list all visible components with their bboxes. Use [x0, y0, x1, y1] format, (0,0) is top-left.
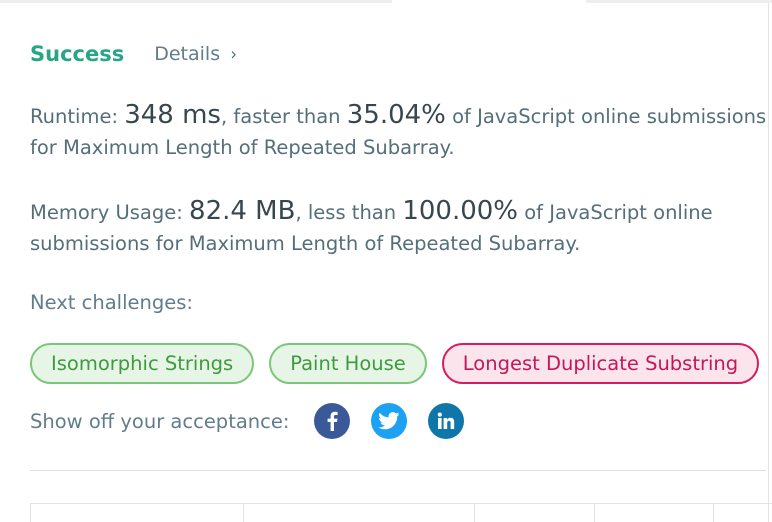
next-challenges-list: Isomorphic Strings Paint House Longest D…	[30, 343, 760, 384]
runtime-mid: , faster than	[220, 105, 347, 128]
memory-stat: Memory Usage: 82.4 MB, less than 100.00%…	[30, 196, 770, 259]
challenge-chip-paint-house[interactable]: Paint House	[269, 343, 427, 384]
runtime-percent: 35.04%	[346, 100, 446, 130]
runtime-value: 348 ms	[124, 100, 221, 130]
table-column-separator	[594, 504, 595, 522]
top-border	[0, 0, 772, 4]
status-success: Success	[30, 42, 125, 66]
share-row: Show off your acceptance:	[30, 402, 485, 440]
share-label: Show off your acceptance:	[30, 409, 290, 433]
twitter-icon[interactable]	[371, 403, 407, 439]
twitter-glyph	[378, 412, 400, 430]
linkedin-icon[interactable]	[428, 403, 464, 439]
next-challenges-label: Next challenges:	[30, 291, 193, 314]
table-column-separator	[474, 504, 475, 522]
table-column-separator	[243, 504, 244, 522]
details-label: Details	[154, 43, 221, 65]
challenge-chip-isomorphic-strings[interactable]: Isomorphic Strings	[30, 343, 255, 384]
memory-mid: , less than	[295, 201, 403, 224]
challenge-chip-longest-duplicate-substring[interactable]: Longest Duplicate Substring	[441, 343, 760, 384]
tab-border-left	[0, 0, 392, 3]
tab-border-right	[586, 0, 772, 3]
memory-value: 82.4 MB	[189, 196, 296, 226]
facebook-glyph	[327, 411, 338, 431]
memory-percent: 100.00%	[402, 196, 518, 226]
details-link[interactable]: Details ›	[154, 43, 237, 65]
submission-table-header	[30, 503, 772, 522]
chevron-right-icon: ›	[230, 43, 237, 65]
table-column-separator	[713, 504, 714, 522]
result-header: Success Details ›	[30, 38, 237, 70]
linkedin-glyph	[437, 412, 455, 429]
section-divider	[30, 470, 766, 471]
runtime-label: Runtime:	[30, 105, 125, 128]
facebook-icon[interactable]	[314, 403, 350, 439]
panel-edge	[768, 3, 769, 522]
runtime-stat: Runtime: 348 ms, faster than 35.04% of J…	[30, 100, 770, 163]
memory-label: Memory Usage:	[30, 201, 190, 224]
